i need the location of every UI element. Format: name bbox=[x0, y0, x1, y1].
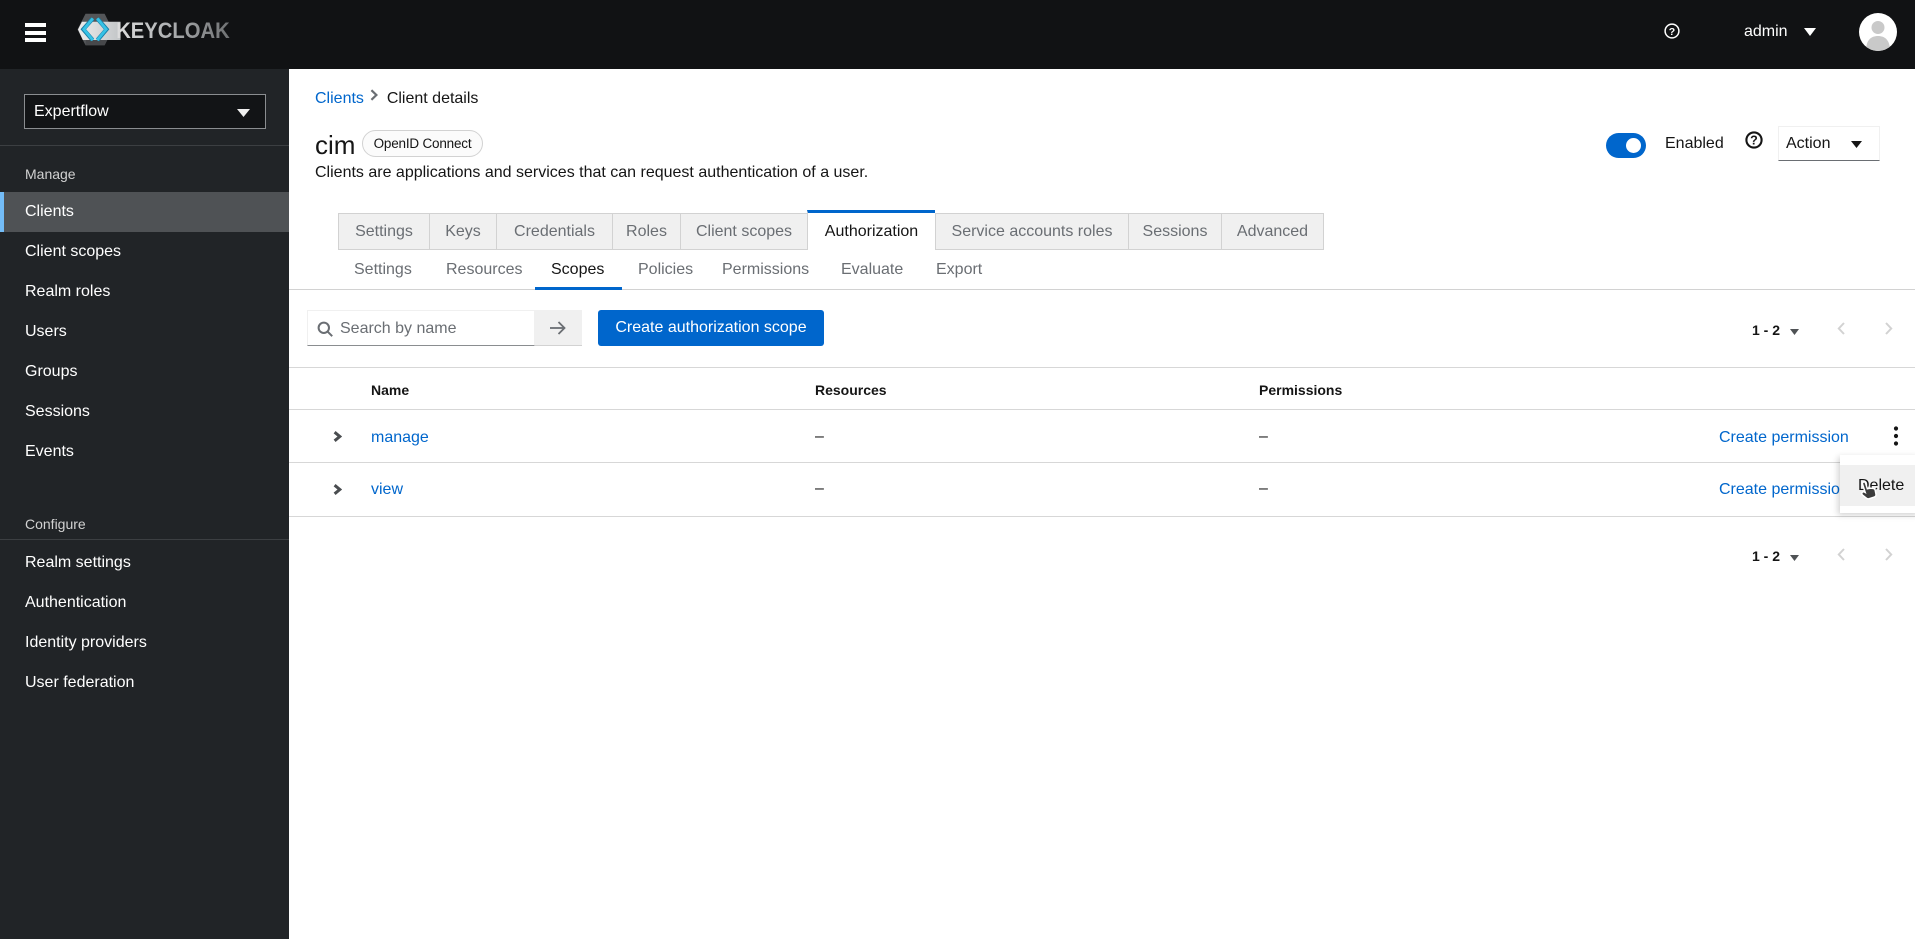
svg-text:?: ? bbox=[1750, 133, 1758, 147]
svg-text:?: ? bbox=[1669, 26, 1675, 38]
svg-text:KEYCLOAK: KEYCLOAK bbox=[116, 18, 230, 43]
